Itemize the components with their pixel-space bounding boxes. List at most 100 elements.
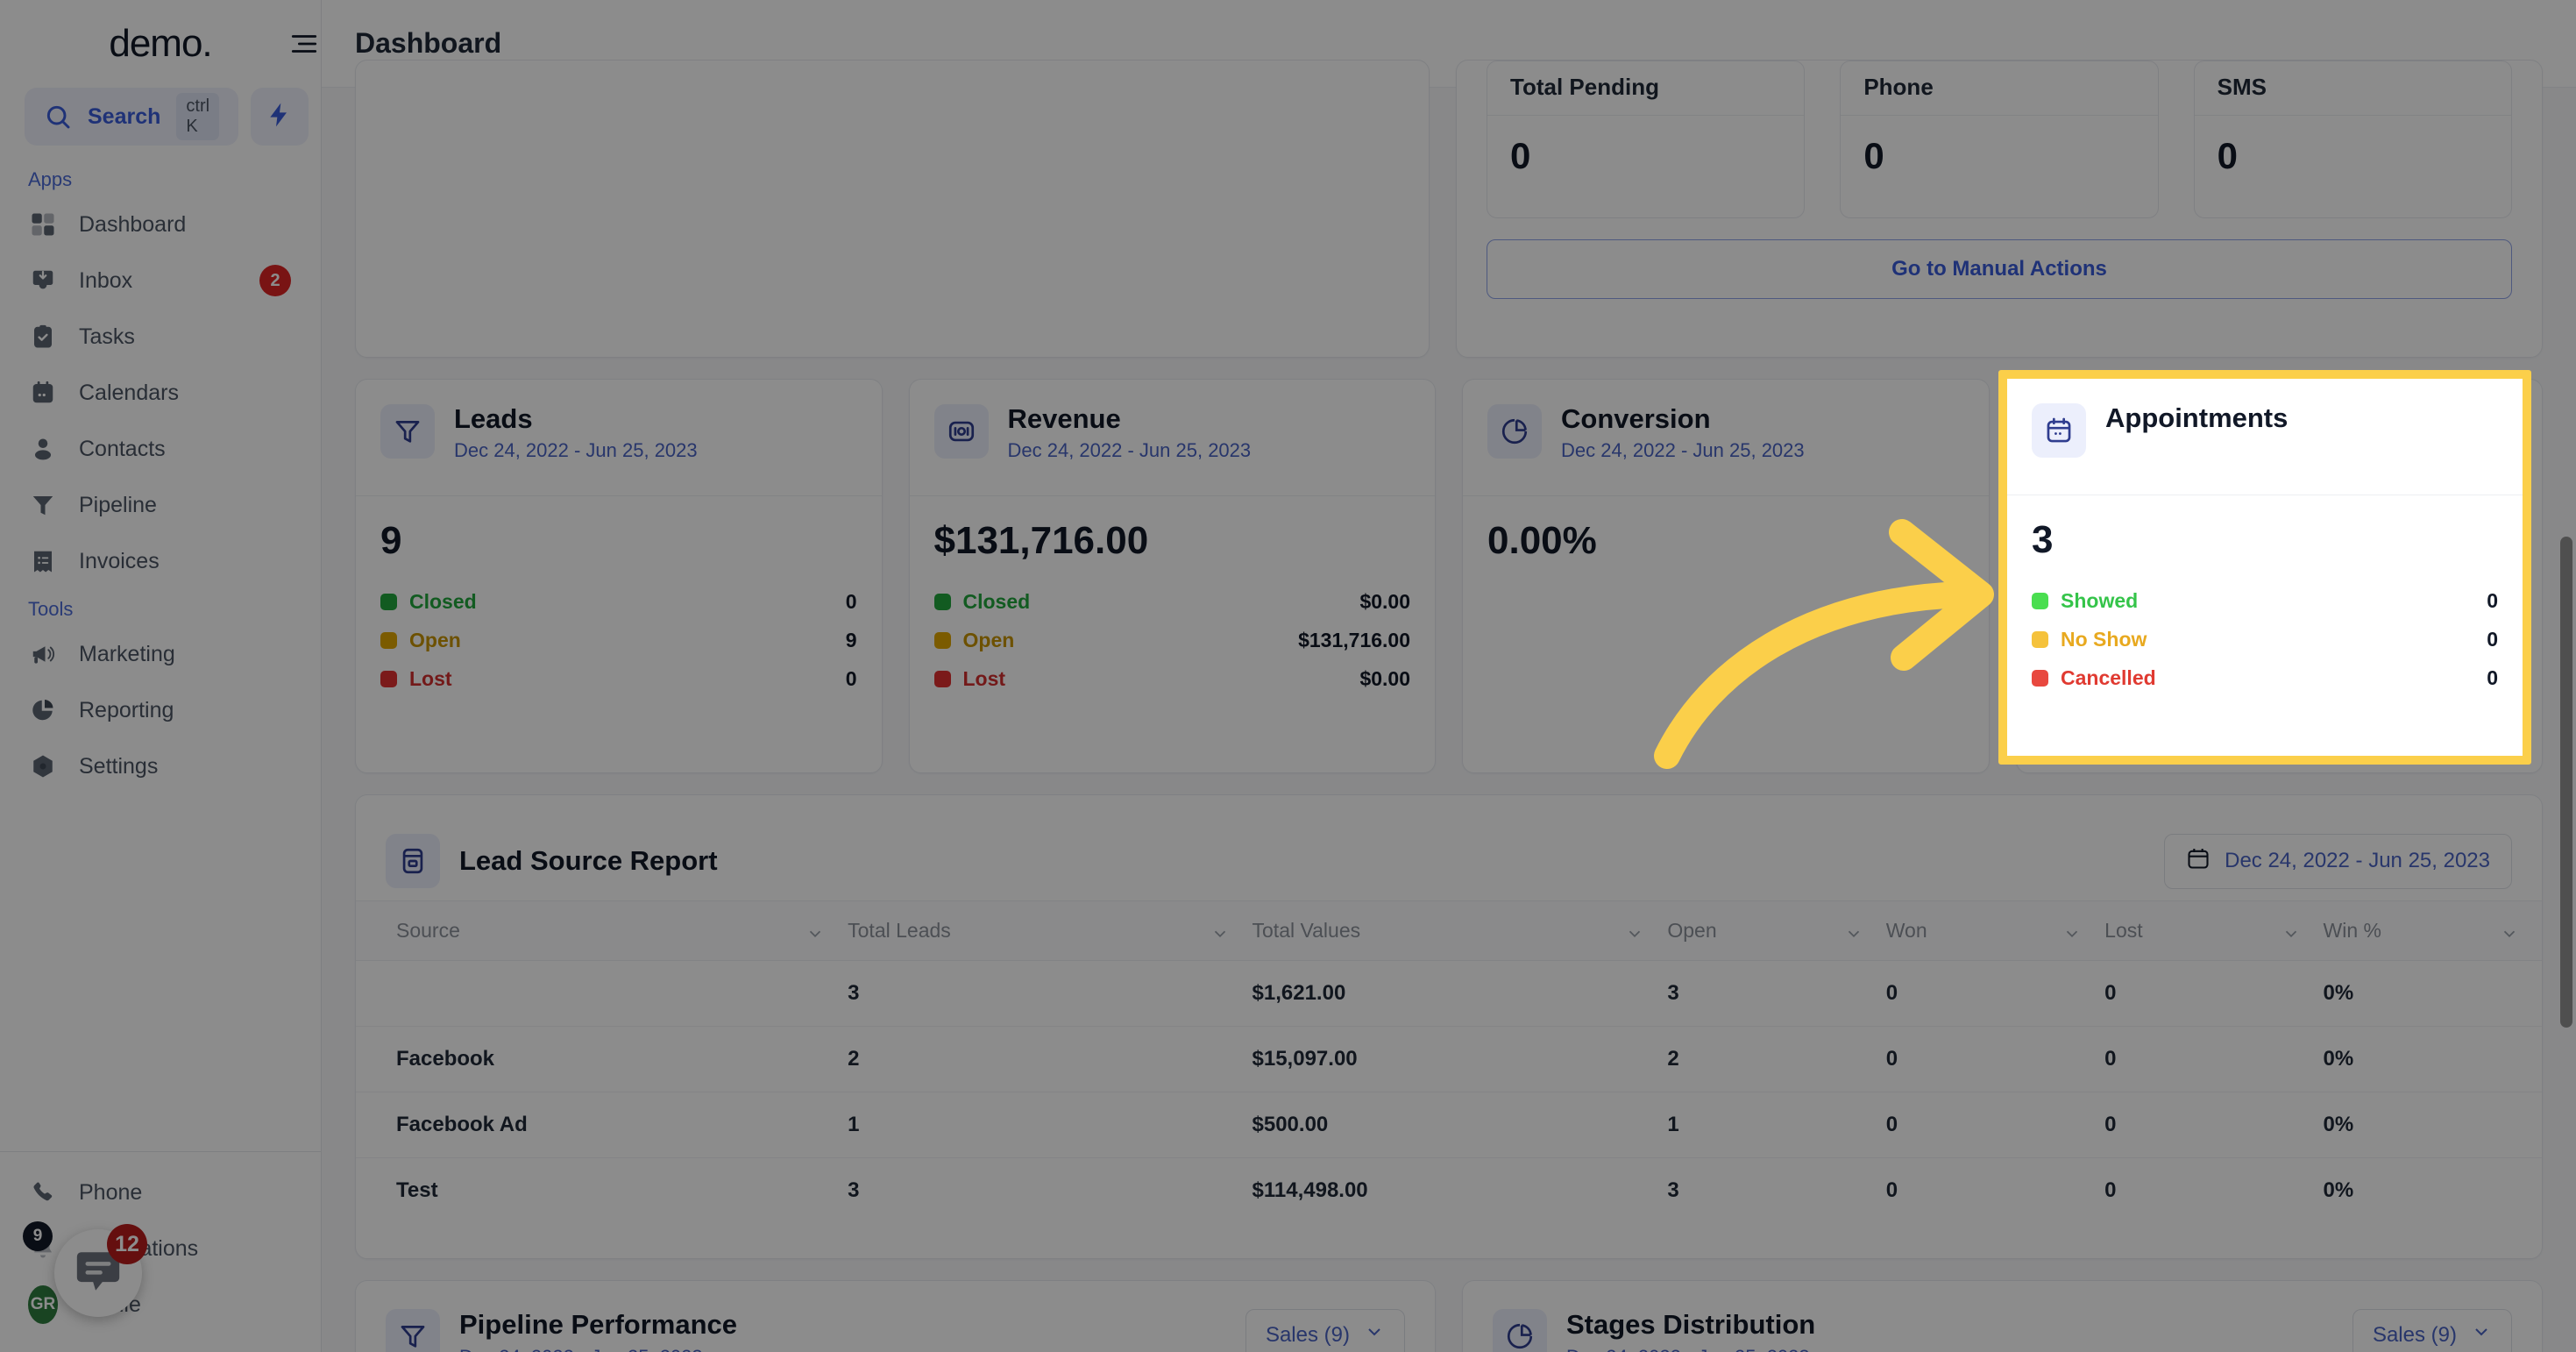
- chat-widget-button[interactable]: 12: [54, 1224, 147, 1317]
- column-header-open[interactable]: Open: [1667, 900, 1886, 961]
- sidebar-item-marketing[interactable]: Marketing: [0, 626, 321, 682]
- sidebar-item-phone[interactable]: Phone: [0, 1164, 321, 1220]
- card-date-range: Dec 24, 2022 - Jun 25, 2023: [1566, 1346, 1815, 1352]
- legend-label: Showed: [2061, 588, 2139, 612]
- lead-source-report-card: Lead Source Report Dec 24, 2022 - Jun 25…: [355, 794, 2543, 1259]
- column-label: Won: [1885, 919, 1927, 942]
- column-header-total-values[interactable]: Total Values: [1252, 900, 1668, 961]
- legend-label: No Show: [2061, 627, 2147, 651]
- sidebar-item-dashboard[interactable]: Dashboard: [0, 196, 321, 253]
- quick-action-button[interactable]: [251, 88, 309, 146]
- sidebar-item-pipeline[interactable]: Pipeline: [0, 477, 321, 533]
- kpi-card-revenue[interactable]: Revenue Dec 24, 2022 - Jun 25, 2023 $131…: [908, 379, 1436, 773]
- manual-actions-mini-cards: Total Pending 0 Phone 0 SMS 0: [1487, 60, 2512, 218]
- vertical-scrollbar[interactable]: [2560, 537, 2572, 1028]
- user-icon: [28, 434, 58, 464]
- funnel-icon: [386, 1309, 440, 1352]
- sidebar-item-contacts[interactable]: Contacts: [0, 421, 321, 477]
- appointments-inner: Appointments 3 Showed 0 No Show 0 Cancel…: [2007, 379, 2523, 756]
- legend-value: $0.00: [1359, 589, 1410, 613]
- legend-label: Open: [409, 628, 461, 651]
- sidebar-item-label: Calendars: [79, 380, 179, 405]
- table-row[interactable]: 3 $1,621.00 3 0 0 0%: [356, 960, 2542, 1027]
- sidebar-item-tasks[interactable]: Tasks: [0, 309, 321, 365]
- legend-value: $0.00: [1359, 666, 1410, 690]
- sidebar-item-calendars[interactable]: Calendars: [0, 365, 321, 421]
- column-header-win-pct[interactable]: Win %: [2323, 900, 2542, 961]
- chevron-down-icon: [805, 924, 825, 949]
- column-header-won[interactable]: Won: [1885, 900, 2105, 961]
- legend-row-lost: Lost 0: [380, 659, 857, 698]
- search-input[interactable]: Search ctrl K: [25, 88, 239, 146]
- chat-widget-badge: 12: [107, 1224, 147, 1264]
- table-header-row: Source Total Leads Total Values Open Won…: [356, 900, 2542, 961]
- search-row: Search ctrl K: [0, 88, 321, 146]
- cell-source: Facebook: [356, 1026, 848, 1092]
- kpi-body: 9 Closed 0 Open 9 Lost 0: [356, 496, 882, 772]
- sidebar-item-settings[interactable]: Settings: [0, 738, 321, 794]
- kpi-title: Conversion: [1561, 403, 1711, 434]
- table-header: Source Total Leads Total Values Open Won…: [356, 900, 2542, 961]
- kpi-card-leads[interactable]: Leads Dec 24, 2022 - Jun 25, 2023 9 Clos…: [355, 379, 883, 773]
- column-header-total-leads[interactable]: Total Leads: [848, 900, 1253, 961]
- cell-source: [356, 960, 848, 1027]
- kpi-card-conversion[interactable]: Conversion Dec 24, 2022 - Jun 25, 2023 0…: [1462, 379, 1990, 773]
- cell-win-pct: 0%: [2323, 1092, 2542, 1158]
- sidebar-item-label: Reporting: [79, 697, 174, 722]
- legend-value: 9: [845, 628, 857, 651]
- appointments-header: Appointments: [2007, 379, 2523, 477]
- kpi-value: $131,716.00: [933, 519, 1149, 562]
- legend-row-showed: Showed 0: [2032, 581, 2498, 620]
- cell-lost: 0: [2104, 1178, 2117, 1202]
- calendar-icon: [28, 378, 58, 408]
- appointments-body: 3 Showed 0 No Show 0 Cancelled 0: [2007, 495, 2523, 756]
- manual-action-phone: Phone 0: [1840, 60, 2159, 218]
- cell-won: 0: [1885, 1178, 1898, 1202]
- sidebar-item-label: Contacts: [79, 436, 166, 461]
- kpi-card-appointments[interactable]: Appointments 3 Showed 0 No Show 0 Cancel…: [1998, 370, 2531, 765]
- column-header-source[interactable]: Source: [356, 900, 848, 961]
- legend-dot: [933, 670, 951, 687]
- go-to-manual-actions-button[interactable]: Go to Manual Actions: [1487, 239, 2512, 299]
- stages-sales-select[interactable]: Sales (9): [2352, 1309, 2512, 1352]
- card-date-range: Dec 24, 2022 - Jun 25, 2023: [459, 1346, 737, 1352]
- table-row[interactable]: Facebook 2 $15,097.00 2 0 0 0%: [356, 1026, 2542, 1092]
- column-header-lost[interactable]: Lost: [2104, 900, 2324, 961]
- kpi-header: Revenue Dec 24, 2022 - Jun 25, 2023: [910, 380, 1436, 478]
- pie-chart-icon: [1493, 1309, 1547, 1352]
- cell-open: 1: [1667, 1092, 1886, 1158]
- table-row[interactable]: Facebook Ad 1 $500.00 1 0 0 0%: [356, 1092, 2542, 1158]
- legend-dot: [2032, 630, 2048, 648]
- chevron-down-icon: [1625, 924, 1644, 949]
- hamburger-icon[interactable]: [289, 29, 319, 59]
- legend-dot: [933, 631, 951, 649]
- sidebar-item-invoices[interactable]: Invoices: [0, 533, 321, 589]
- cell-win-pct: 0%: [2323, 1026, 2542, 1092]
- brand-logo[interactable]: demo.: [0, 0, 321, 88]
- gear-icon: [28, 751, 58, 781]
- cell-lost: 0: [2104, 1026, 2324, 1092]
- pipeline-performance-card: Pipeline Performance Dec 24, 2022 - Jun …: [355, 1280, 1436, 1352]
- pipeline-title-group: Pipeline Performance Dec 24, 2022 - Jun …: [459, 1309, 737, 1352]
- mini-card-title: Phone: [1841, 61, 2158, 116]
- legend-label: Cancelled: [2061, 665, 2156, 689]
- stages-distribution-card: Stages Distribution Dec 24, 2022 - Jun 2…: [1462, 1280, 2543, 1352]
- cell-open: 3: [1667, 1178, 1679, 1202]
- pipeline-sales-select[interactable]: Sales (9): [1245, 1309, 1405, 1352]
- sidebar-item-profile[interactable]: GR Profile: [0, 1277, 321, 1333]
- legend-label: Lost: [409, 666, 452, 690]
- bottom-row: Pipeline Performance Dec 24, 2022 - Jun …: [355, 1280, 2543, 1352]
- cell-total-leads: 1: [848, 1092, 1253, 1158]
- table-row[interactable]: Test 3 $114,498.00 3 0 0 0%: [356, 1158, 2542, 1224]
- empty-chart-card: [355, 60, 1430, 358]
- sidebar-item-reporting[interactable]: Reporting: [0, 682, 321, 738]
- legend-row-lost: Lost $0.00: [933, 659, 1410, 698]
- legend-dot: [933, 593, 951, 610]
- sidebar-item-inbox[interactable]: Inbox 2: [0, 253, 321, 309]
- sidebar-item-notifications[interactable]: 9 Notifications: [0, 1220, 321, 1277]
- card-title: Pipeline Performance: [459, 1309, 738, 1340]
- notifications-badge: 9: [23, 1221, 53, 1251]
- lead-source-date-range-button[interactable]: Dec 24, 2022 - Jun 25, 2023: [2164, 833, 2512, 889]
- cell-total-values: $500.00: [1252, 1092, 1668, 1158]
